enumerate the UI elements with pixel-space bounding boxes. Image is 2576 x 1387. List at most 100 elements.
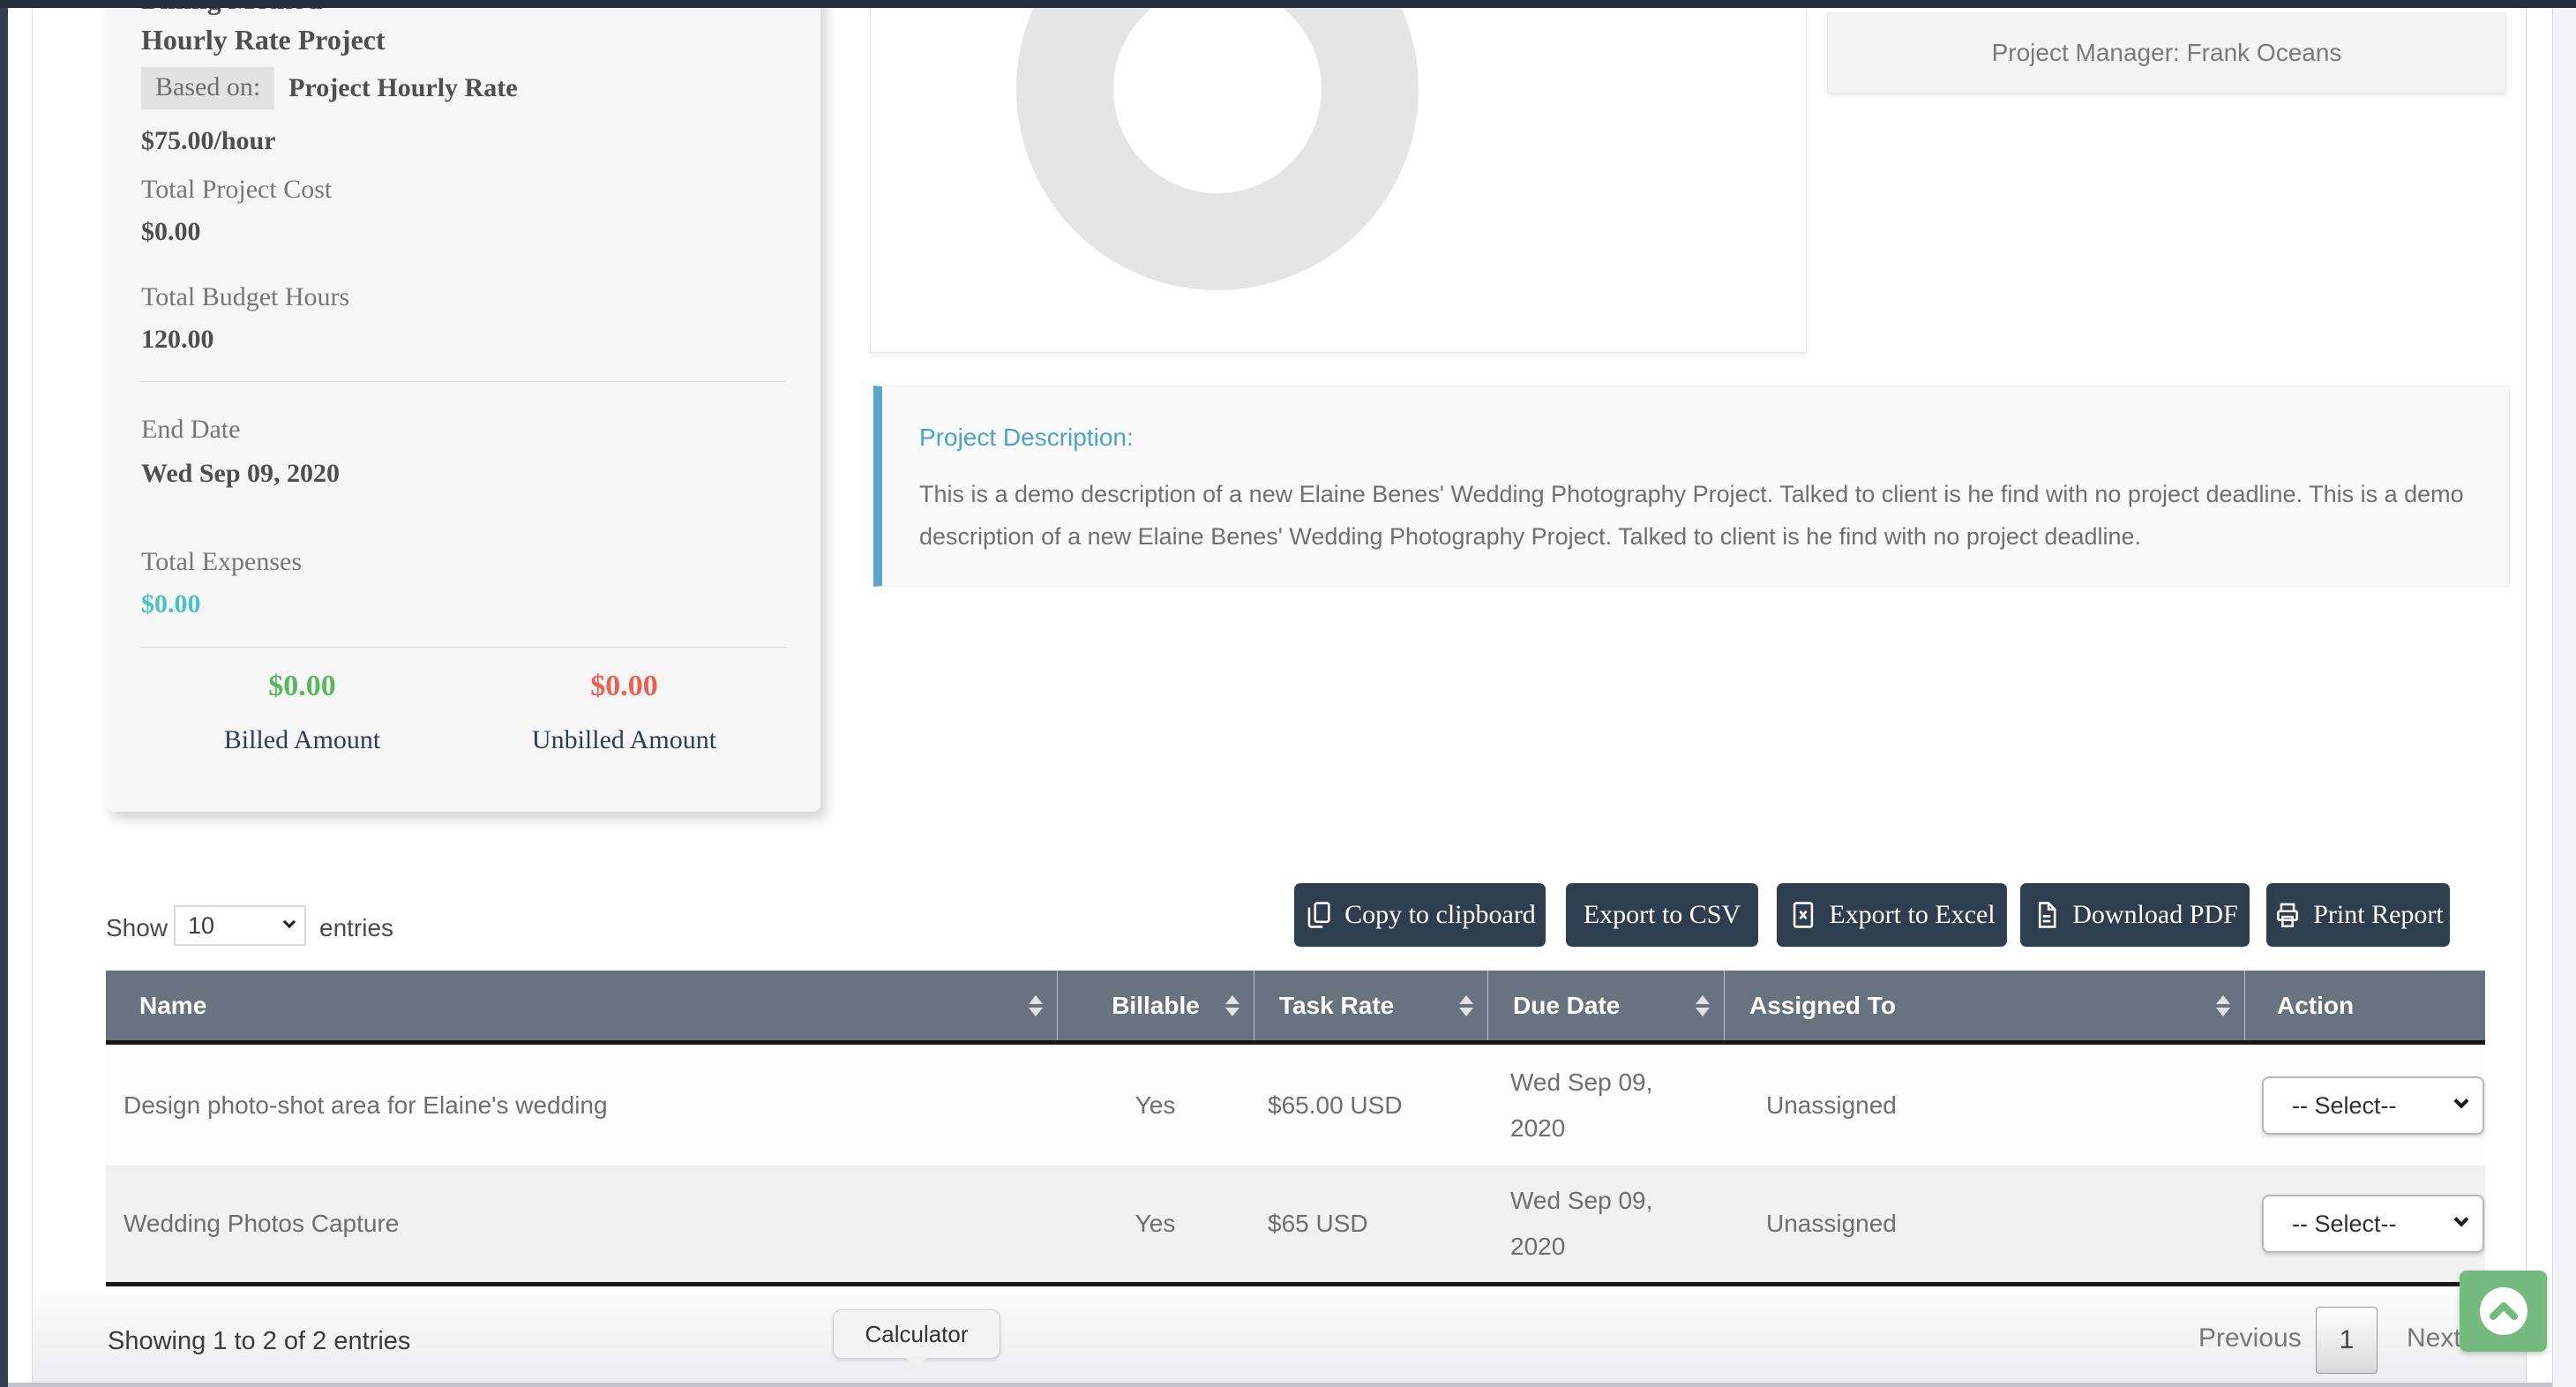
- top-navbar: [0, 0, 2576, 8]
- sort-icon[interactable]: [1459, 994, 1473, 1016]
- task-name-cell: Design photo-shot area for Elaine's wedd…: [124, 1091, 608, 1119]
- scroll-to-top-button[interactable]: [2460, 1271, 2547, 1352]
- action-select-wrap: -- Select--: [2262, 1076, 2484, 1135]
- total-expenses-label: Total Expenses: [141, 547, 303, 576]
- content-left-border: [32, 0, 33, 1387]
- total-expenses-value: $0.00: [141, 589, 201, 619]
- sort-icon[interactable]: [1696, 994, 1710, 1016]
- hourly-rate-value: $75.00/hour: [141, 126, 276, 155]
- sort-icon[interactable]: [1029, 994, 1043, 1016]
- column-header-label: Task Rate: [1279, 991, 1395, 1019]
- divider: [140, 647, 786, 648]
- table-row: Wedding Photos Capture Yes $65 USD Wed S…: [106, 1166, 2485, 1286]
- column-header-label: Name: [139, 991, 207, 1019]
- copy-icon: [1307, 902, 1330, 928]
- task-rate-cell: $65.00 USD: [1268, 1091, 1403, 1119]
- sidebar-edge: [0, 0, 8, 1387]
- project-summary-card: Billing Method Hourly Rate Project Based…: [106, 0, 820, 812]
- export-to-excel-button[interactable]: Export to Excel: [1777, 883, 2007, 947]
- task-rate-cell: $65 USD: [1268, 1210, 1368, 1237]
- billing-method-value: Hourly Rate Project: [141, 24, 386, 56]
- export-button-label: Download PDF: [2072, 900, 2238, 929]
- file-excel-icon: [1793, 902, 1814, 928]
- column-header-label: Action: [2277, 991, 2355, 1019]
- donut-chart-hole: [1113, 0, 1322, 193]
- export-button-label: Export to Excel: [1829, 900, 1996, 929]
- column-header-billable[interactable]: Billable: [1057, 971, 1254, 1040]
- page-bottom-edge: [8, 1383, 2552, 1387]
- page-size-select-wrap: 10: [174, 905, 306, 946]
- column-header-due-date[interactable]: Due Date: [1487, 971, 1724, 1040]
- total-project-cost-label: Total Project Cost: [141, 175, 333, 204]
- total-budget-hours-label: Total Budget Hours: [141, 282, 350, 311]
- unbilled-amount-value: $0.00: [590, 670, 658, 702]
- print-report-button[interactable]: Print Report: [2266, 883, 2450, 947]
- assigned-to-cell: Unassigned: [1766, 1210, 1897, 1237]
- due-date-text: Wed Sep 09, 2020: [1510, 1068, 1653, 1142]
- due-date-cell: Wed Sep 09, 2020: [1487, 1166, 1724, 1282]
- vertical-scrollbar[interactable]: [2552, 0, 2576, 1387]
- sort-icon[interactable]: [1225, 994, 1239, 1016]
- page: Billing Method Hourly Rate Project Based…: [0, 0, 2576, 1387]
- column-header-label: Due Date: [1513, 991, 1621, 1019]
- donut-chart: [1016, 0, 1419, 290]
- divider: [140, 381, 786, 382]
- unbilled-amount-label: Unbilled Amount: [531, 725, 717, 754]
- project-description-panel: Project Description: This is a demo desc…: [873, 386, 2510, 587]
- billable-cell: Yes: [1134, 1210, 1176, 1237]
- table-header-row: Name Billable Task Rate Due Date Assigne…: [106, 971, 2485, 1045]
- billed-amount-value: $0.00: [268, 670, 336, 702]
- based-on-value: Project Hourly Rate: [288, 73, 518, 102]
- due-date-cell: Wed Sep 09, 2020: [1487, 1045, 1724, 1166]
- column-header-task-rate[interactable]: Task Rate: [1254, 971, 1487, 1040]
- project-description-title: Project Description:: [919, 424, 1134, 451]
- column-header-action: Action: [2244, 971, 2485, 1040]
- copy-to-clipboard-button[interactable]: Copy to clipboard: [1294, 883, 1546, 947]
- based-on-label: Based on:: [141, 67, 275, 109]
- column-header-label: Billable: [1112, 991, 1200, 1019]
- chevron-up-icon: [2479, 1287, 2527, 1335]
- assigned-to-cell: Unassigned: [1766, 1091, 1897, 1119]
- project-manager-card: Project Manager: Frank Oceans: [1827, 12, 2506, 94]
- entries-label: entries: [319, 914, 394, 941]
- end-date-label: End Date: [141, 415, 241, 444]
- tasks-table: Name Billable Task Rate Due Date Assigne…: [106, 971, 2485, 1286]
- showing-entries-text: Showing 1 to 2 of 2 entries: [108, 1327, 411, 1355]
- due-date-text: Wed Sep 09, 2020: [1510, 1187, 1653, 1260]
- export-button-label: Export to CSV: [1583, 900, 1741, 929]
- pagination-page-1[interactable]: 1: [2316, 1307, 2378, 1374]
- action-cell: -- Select--: [2244, 1045, 2485, 1166]
- total-budget-hours-value: 120.00: [141, 325, 214, 354]
- project-description-body: This is a demo description of a new Elai…: [919, 481, 2464, 550]
- billable-cell: Yes: [1134, 1091, 1176, 1119]
- action-cell: -- Select--: [2244, 1166, 2485, 1282]
- export-to-csv-button[interactable]: Export to CSV: [1566, 883, 1758, 947]
- column-header-assigned-to[interactable]: Assigned To: [1724, 971, 2244, 1040]
- billed-amount-label: Billed Amount: [223, 725, 381, 754]
- page-size-select[interactable]: 10: [174, 905, 306, 946]
- download-pdf-button[interactable]: Download PDF: [2020, 883, 2250, 947]
- tooltip-tail: [904, 1356, 929, 1381]
- print-icon: [2277, 903, 2299, 928]
- end-date-value: Wed Sep 09, 2020: [141, 459, 341, 488]
- total-project-cost-value: $0.00: [141, 217, 201, 246]
- action-select-wrap: -- Select--: [2262, 1195, 2484, 1253]
- table-row: Design photo-shot area for Elaine's wedd…: [106, 1045, 2485, 1166]
- column-header-label: Assigned To: [1749, 991, 1896, 1019]
- export-button-label: Copy to clipboard: [1344, 900, 1536, 929]
- file-pdf-icon: [2039, 902, 2056, 928]
- sort-icon[interactable]: [2216, 994, 2230, 1016]
- calculator-label: Calculator: [865, 1320, 969, 1347]
- pagination-next[interactable]: Next: [2407, 1323, 2461, 1353]
- show-label: Show: [106, 914, 168, 941]
- action-select[interactable]: -- Select--: [2262, 1195, 2484, 1253]
- budget-donut-chart-card: [870, 0, 1807, 353]
- task-name-cell: Wedding Photos Capture: [124, 1210, 400, 1237]
- project-manager-text: Project Manager: Frank Oceans: [1991, 39, 2342, 66]
- pagination-previous[interactable]: Previous: [2198, 1323, 2302, 1353]
- content-right-border: [2526, 0, 2527, 1387]
- column-header-name[interactable]: Name: [106, 971, 1057, 1040]
- action-select[interactable]: -- Select--: [2262, 1076, 2484, 1135]
- export-button-label: Print Report: [2313, 900, 2444, 929]
- calculator-button[interactable]: Calculator: [833, 1309, 1000, 1368]
